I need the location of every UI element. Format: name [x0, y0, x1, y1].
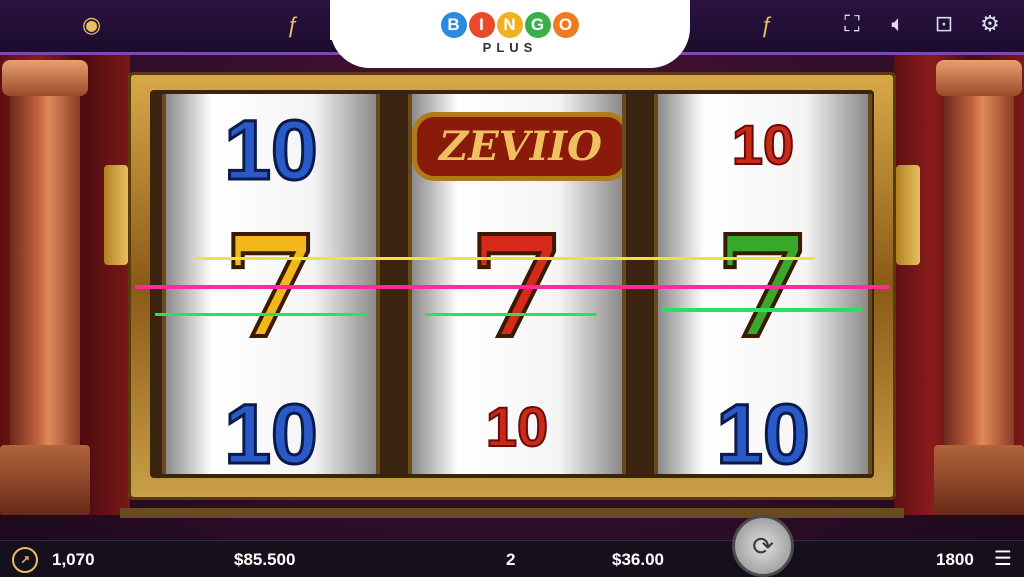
- lines-value: 2: [506, 550, 516, 569]
- win-value: 1800: [936, 550, 974, 569]
- f-emblem-icon-right: ƒ: [760, 12, 773, 37]
- logo-letter: I: [469, 12, 495, 38]
- symbol-zevio-badge: ZEVIIO: [412, 112, 622, 181]
- bar-ten-text: 10: [731, 112, 795, 177]
- fullscreen-icon[interactable]: ⛶: [838, 10, 866, 38]
- speaker-icon[interactable]: 🔈︎: [884, 10, 912, 38]
- bar-ten-text: 10: [485, 394, 549, 459]
- balance-value: $85.500: [234, 550, 296, 569]
- f-emblem-icon: ƒ: [286, 12, 299, 37]
- right-pillar: [934, 60, 1024, 515]
- reel-2: ZEVIIO 7 10: [408, 94, 626, 474]
- payline-magenta: [135, 285, 890, 289]
- toolbar: ⛶ 🔈︎ ⊡ ⚙: [838, 10, 1004, 38]
- credits-value: 1,070: [52, 550, 95, 569]
- logo-letter: G: [525, 12, 551, 38]
- spin-button[interactable]: ⟳: [732, 515, 794, 577]
- symbol-ten: 10: [223, 102, 319, 199]
- reel-3: 10 7 10: [654, 94, 872, 474]
- status-bar: ↗ 1,070 $85.500 2 $36.00 1800 ☰: [0, 540, 1024, 577]
- logo-letter: N: [497, 12, 523, 38]
- badge-text: ZEVIIO: [412, 112, 622, 181]
- right-payline-marker: [896, 165, 920, 265]
- payline-green-1: [155, 313, 367, 316]
- bet-value: $36.00: [612, 550, 664, 569]
- logo-subtitle: PLUS: [482, 40, 538, 55]
- machine-base: [120, 508, 904, 518]
- payline-green-2: [425, 313, 597, 316]
- left-payline-marker: [104, 165, 128, 265]
- coin-icon: ◉: [82, 12, 102, 37]
- symbol-bar-ten: 10: [658, 112, 868, 177]
- symbol-ten: 10: [223, 386, 319, 475]
- spin-icon: ⟳: [752, 530, 774, 561]
- left-pillar: [0, 60, 90, 515]
- logo-letter: B: [441, 12, 467, 38]
- camera-rotate-icon[interactable]: ⊡: [930, 10, 958, 38]
- symbol-ten: 10: [715, 386, 811, 475]
- brand-logo: BINGO PLUS: [330, 0, 690, 68]
- reel-1: 10 7 10: [162, 94, 380, 474]
- menu-icon[interactable]: ☰: [994, 546, 1012, 571]
- gauge-icon[interactable]: ↗: [12, 547, 38, 573]
- gear-icon[interactable]: ⚙: [976, 10, 1004, 38]
- logo-wordmark: BINGO: [330, 10, 690, 38]
- payline-green-3: [662, 308, 862, 312]
- logo-letter: O: [553, 12, 579, 38]
- symbol-bar-ten: 10: [412, 394, 622, 459]
- payline-yellow: [195, 257, 815, 260]
